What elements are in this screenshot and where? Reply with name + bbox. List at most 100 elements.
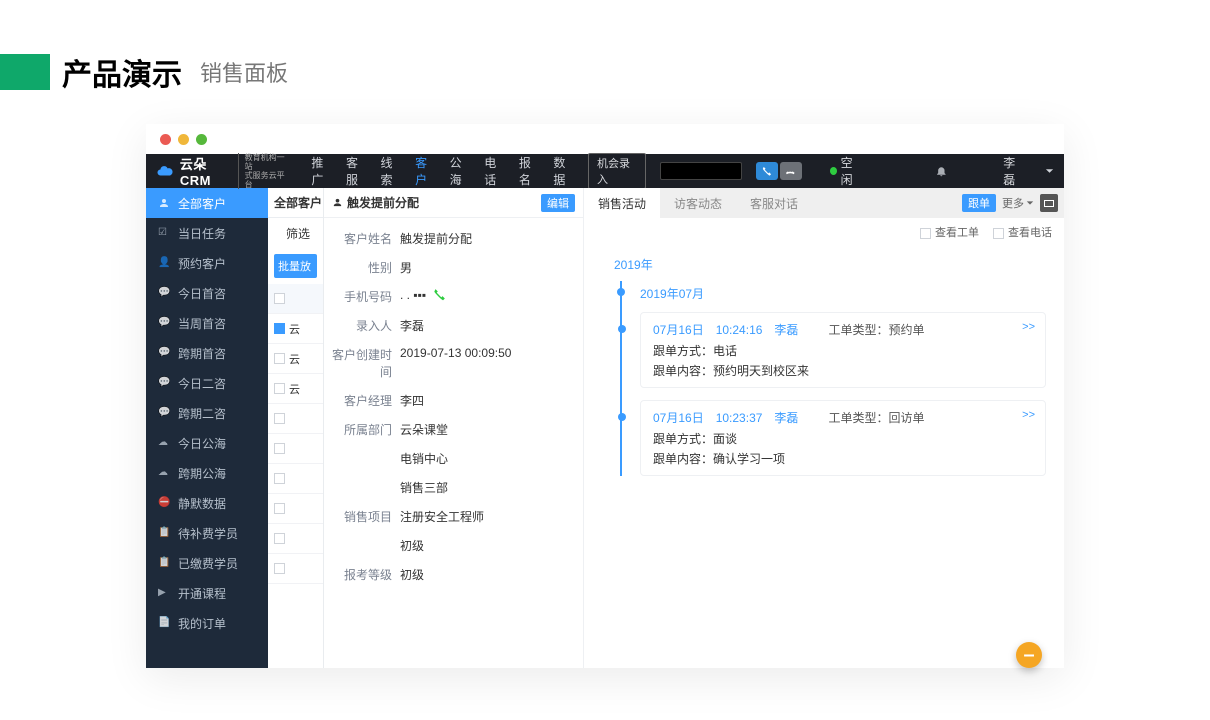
fab-minimize-button[interactable]: – (1016, 642, 1042, 668)
detail-value: 男 (400, 259, 412, 276)
search-input[interactable] (660, 162, 742, 180)
row-checkbox[interactable] (274, 383, 285, 394)
brand-sub: 教育机构一站式服务云平台 (238, 153, 288, 189)
sidebar-item-13[interactable]: 📄我的订单 (146, 608, 268, 638)
sidebar-item-icon: ▶ (158, 587, 170, 599)
row-text: 云 (289, 381, 300, 397)
list-row[interactable]: 云 (268, 374, 323, 404)
nav-item-phone[interactable]: 电话 (484, 154, 505, 188)
more-dropdown[interactable]: 更多 (1002, 195, 1034, 211)
sidebar-item-icon: 💬 (158, 287, 170, 299)
call-hangup-icon[interactable] (780, 162, 802, 180)
sidebar-item-9[interactable]: ⛔静默数据 (146, 488, 268, 518)
row-checkbox[interactable] (274, 563, 285, 574)
nav-item-data[interactable]: 数据 (553, 154, 574, 188)
tab-sales-activity[interactable]: 销售活动 (584, 188, 660, 218)
detail-value: 触发提前分配 (400, 230, 472, 247)
batch-release-button[interactable]: 批量放 (274, 254, 317, 278)
nav-item-leads[interactable]: 线索 (381, 154, 402, 188)
detail-row: 客户创建时间2019-07-13 00:09:50 (332, 340, 575, 386)
entry-content: 跟单内容：预约明天到校区来 (653, 362, 1033, 379)
tab-visitor-activity[interactable]: 访客动态 (660, 188, 736, 218)
detail-row: 手机号码. . ▪▪▪ (332, 282, 575, 311)
list-row[interactable] (268, 434, 323, 464)
detail-label: 客户经理 (332, 392, 400, 409)
list-row[interactable] (268, 404, 323, 434)
list-row[interactable]: 云 (268, 344, 323, 374)
sidebar-item-label: 今日二咨 (178, 375, 226, 392)
sidebar-item-11[interactable]: 📋已缴费学员 (146, 548, 268, 578)
sidebar-item-label: 当日任务 (178, 225, 226, 242)
sidebar-item-6[interactable]: 💬跨期二咨 (146, 398, 268, 428)
chevron-down-icon[interactable] (1045, 166, 1054, 176)
sidebar-item-label: 我的订单 (178, 615, 226, 632)
detail-row: 所属部门云朵课堂 (332, 415, 575, 444)
detail-title: 触发提前分配 (347, 194, 419, 211)
row-checkbox[interactable] (274, 473, 285, 484)
list-header-row[interactable] (268, 284, 323, 314)
dock-panel-button[interactable] (1040, 194, 1058, 212)
row-checkbox[interactable] (274, 443, 285, 454)
sidebar-item-1[interactable]: 👤预约客户 (146, 248, 268, 278)
detail-row: 销售项目注册安全工程师 (332, 502, 575, 531)
call-pickup-icon[interactable] (756, 162, 778, 180)
expand-button[interactable]: >> (1022, 409, 1035, 421)
entry-user: 李磊 (774, 409, 798, 426)
sidebar-item-icon: 💬 (158, 377, 170, 389)
detail-label: 手机号码 (332, 288, 400, 305)
entry-user: 李磊 (774, 321, 798, 338)
sidebar-item-3[interactable]: 💬当周首咨 (146, 308, 268, 338)
row-checkbox[interactable] (274, 323, 285, 334)
maximize-icon[interactable] (196, 134, 207, 145)
detail-header: 触发提前分配 编辑 (324, 188, 583, 218)
sidebar-item-0[interactable]: ☑当日任务 (146, 218, 268, 248)
list-row[interactable] (268, 554, 323, 584)
row-checkbox[interactable] (274, 293, 285, 304)
filter-view-call[interactable]: 查看电话 (993, 224, 1052, 240)
expand-button[interactable]: >> (1022, 321, 1035, 333)
filter-view-ticket[interactable]: 查看工单 (920, 224, 979, 240)
close-icon[interactable] (160, 134, 171, 145)
opportunity-entry-button[interactable]: 机会录入 (588, 153, 646, 189)
current-user[interactable]: 李磊 (1003, 154, 1025, 188)
list-row[interactable] (268, 494, 323, 524)
minimize-icon[interactable] (178, 134, 189, 145)
sidebar-item-icon: 👤 (158, 257, 170, 269)
app-window: 云朵CRM 教育机构一站式服务云平台 推广 客服 线索 客户 公海 电话 报名 … (146, 124, 1064, 668)
app-body: 全部客户 ☑当日任务👤预约客户💬今日首咨💬当周首咨💬跨期首咨 💬 今日二咨 💬跨期二咨… (146, 188, 1064, 668)
sidebar-item-icon: 💬 (158, 317, 170, 329)
edit-button[interactable]: 编辑 (541, 194, 575, 212)
list-row[interactable]: 云 (268, 314, 323, 344)
phone-icon[interactable] (432, 288, 446, 302)
sidebar-item-8[interactable]: ☁跨期公海 (146, 458, 268, 488)
sidebar-item-icon: 📋 (158, 557, 170, 569)
sidebar-item-5[interactable]: 💬 今日二咨 (146, 368, 268, 398)
nav-item-support[interactable]: 客服 (346, 154, 367, 188)
detail-row: 录入人李磊 (332, 311, 575, 340)
list-row[interactable] (268, 464, 323, 494)
sidebar-item-12[interactable]: ▶开通课程 (146, 578, 268, 608)
nav-item-signup[interactable]: 报名 (519, 154, 540, 188)
nav-item-pool[interactable]: 公海 (450, 154, 471, 188)
follow-button[interactable]: 跟单 (962, 194, 996, 212)
row-checkbox[interactable] (274, 353, 285, 364)
tab-support-chat[interactable]: 客服对话 (736, 188, 812, 218)
sidebar-item-7[interactable]: ☁今日公海 (146, 428, 268, 458)
row-checkbox[interactable] (274, 413, 285, 424)
nav-item-customer[interactable]: 客户 (415, 154, 436, 188)
sidebar-header[interactable]: 全部客户 (146, 188, 268, 218)
sidebar-item-10[interactable]: 📋待补费学员 (146, 518, 268, 548)
detail-value: 2019-07-13 00:09:50 (400, 346, 511, 360)
agent-status[interactable]: 空闲 (830, 154, 863, 188)
cloud-icon (156, 161, 174, 181)
filter-label[interactable]: 筛选 (268, 218, 323, 248)
row-checkbox[interactable] (274, 533, 285, 544)
sidebar-item-4[interactable]: 💬跨期首咨 (146, 338, 268, 368)
nav-item-promote[interactable]: 推广 (311, 154, 332, 188)
list-row[interactable] (268, 524, 323, 554)
sidebar-item-2[interactable]: 💬今日首咨 (146, 278, 268, 308)
entry-mode: 跟单方式：面谈 (653, 430, 1033, 447)
bell-icon[interactable] (935, 164, 948, 178)
row-checkbox[interactable] (274, 503, 285, 514)
status-label: 空闲 (841, 154, 862, 188)
